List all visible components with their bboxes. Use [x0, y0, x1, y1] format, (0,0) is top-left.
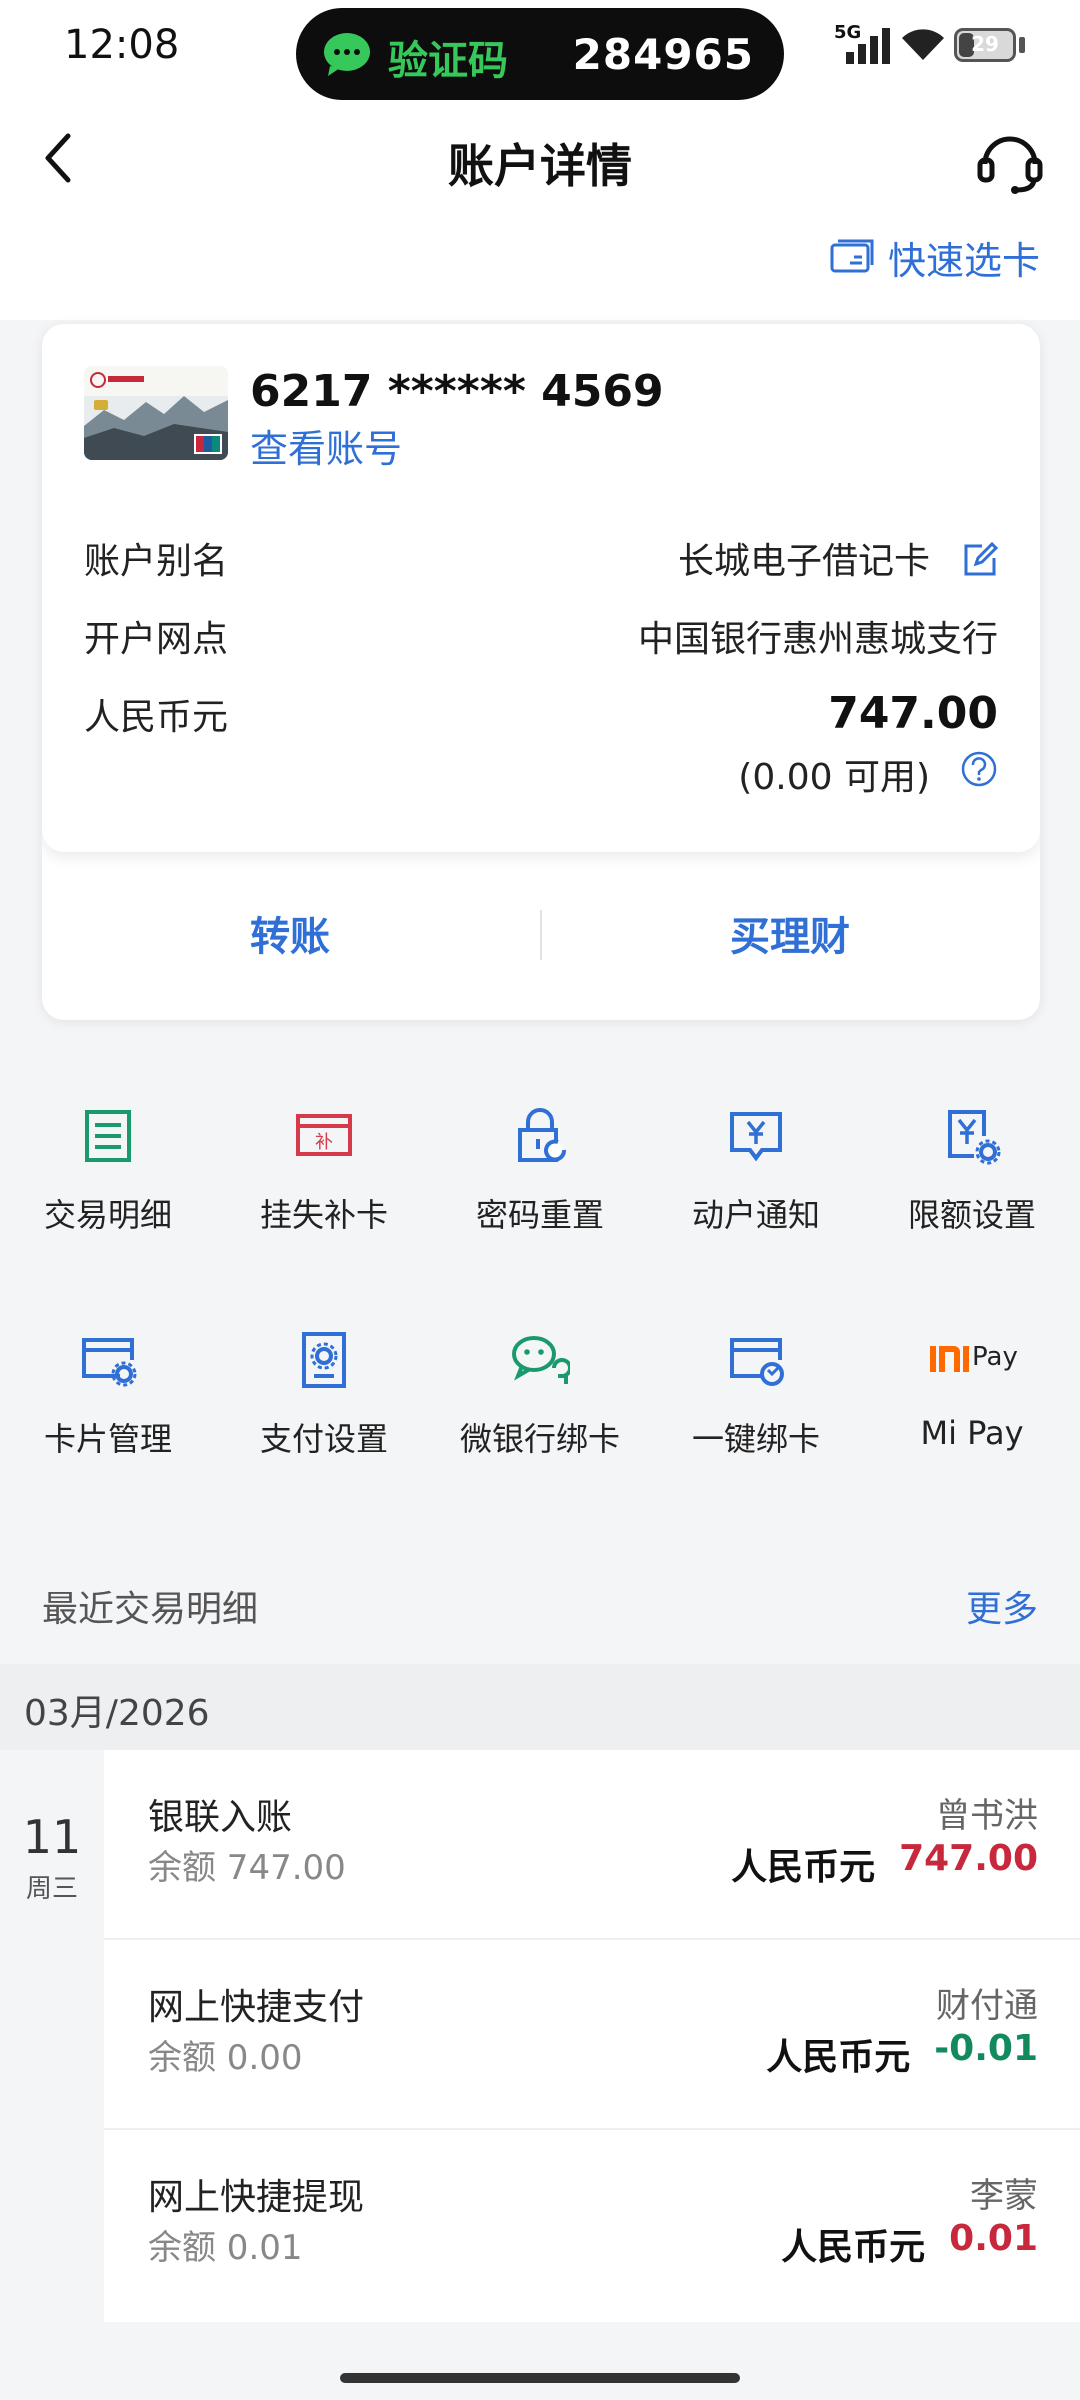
service-limit-setting[interactable]: 限额设置	[864, 1106, 1080, 1276]
page-title: 账户详情	[448, 139, 632, 193]
transaction-balance: 余额 0.01	[148, 2228, 303, 2268]
limit-setting-icon	[948, 1110, 1001, 1165]
transaction-counterparty: 曾书洪	[936, 1796, 1038, 1836]
branch-label: 开户网点	[84, 619, 229, 660]
service-label: 微银行绑卡	[459, 1420, 620, 1458]
transaction-amount-row: 人民币元 747.00	[731, 1838, 1038, 1890]
transaction-title: 网上快捷提现	[148, 2177, 365, 2218]
account-card-panel: 6217 ****** 4569 查看账号 账户别名 长城电子借记卡 开户网点 …	[42, 324, 1040, 1020]
services-grid: 交易明细 补 挂失补卡 密码重置 动户通知 限额设置 卡片管理 支付设置 微银行…	[0, 1040, 1080, 1510]
recent-transactions-title: 最近交易明细	[42, 1589, 259, 1630]
bank-card-thumbnail	[84, 366, 228, 460]
mi-pay-logo-text: Pay	[972, 1342, 1018, 1372]
payment-setting-icon	[302, 1332, 346, 1388]
service-wechat-bind[interactable]: 微银行绑卡	[432, 1330, 648, 1500]
view-account-link[interactable]: 查看账号	[250, 418, 402, 473]
page-header: 账户详情 快速选卡	[0, 100, 1080, 320]
card-management-icon	[82, 1338, 137, 1387]
transaction-detail-icon	[85, 1110, 131, 1162]
transfer-button[interactable]: 转账	[250, 904, 330, 962]
message-icon	[324, 33, 370, 76]
battery-percent: 29	[971, 32, 999, 56]
battery-tip	[1019, 37, 1025, 53]
status-bar: 12:08 验证码 284965 5G 29	[0, 0, 1080, 100]
wechat-bind-icon	[512, 1336, 570, 1384]
balance-value: 747.00	[828, 688, 998, 739]
action-divider	[540, 910, 542, 960]
transaction-amount-row: 人民币元 -0.01	[766, 2028, 1038, 2080]
transaction-counterparty: 财付通	[936, 1986, 1038, 2026]
customer-service-icon[interactable]	[975, 126, 1045, 196]
account-notice-icon	[730, 1112, 782, 1162]
help-icon[interactable]	[960, 750, 998, 788]
service-account-notice[interactable]: 动户通知	[648, 1106, 864, 1276]
transaction-balance: 余额 747.00	[148, 1848, 346, 1888]
service-label: 动户通知	[691, 1196, 820, 1234]
service-label: 支付设置	[259, 1420, 388, 1458]
password-reset-icon	[518, 1108, 566, 1162]
date-weekday: 周三	[25, 1874, 78, 1904]
transaction-row[interactable]: 网上快捷支付 余额 0.00 财付通 人民币元 -0.01	[104, 1940, 1080, 2130]
date-column: 11 周三	[0, 1750, 104, 2322]
transaction-amount-row: 人民币元 0.01	[781, 2218, 1038, 2270]
service-label: 交易明细	[43, 1196, 172, 1234]
service-password-reset[interactable]: 密码重置	[432, 1106, 648, 1276]
service-mi-pay[interactable]: Pay Mi Pay	[864, 1330, 1080, 1500]
service-label: 一键绑卡	[691, 1420, 820, 1458]
card-switch-icon	[830, 239, 874, 273]
service-card-management[interactable]: 卡片管理	[0, 1330, 216, 1500]
quick-select-card-button[interactable]: 快速选卡	[830, 232, 1040, 283]
transaction-amount: 747.00	[899, 1838, 1038, 1879]
quick-select-label: 快速选卡	[887, 238, 1040, 283]
transaction-amount: -0.01	[934, 2028, 1038, 2069]
status-time: 12:08	[64, 22, 180, 68]
transaction-currency: 人民币元	[781, 2227, 926, 2268]
buy-wealth-button[interactable]: 买理财	[730, 904, 850, 962]
one-click-bind-icon	[730, 1338, 784, 1386]
service-label: 卡片管理	[43, 1420, 172, 1458]
service-report-loss[interactable]: 补 挂失补卡	[216, 1106, 432, 1276]
service-label: 密码重置	[475, 1196, 604, 1234]
branch-value: 中国银行惠州惠城支行	[637, 619, 998, 660]
transaction-title: 网上快捷支付	[148, 1987, 365, 2028]
transaction-balance: 余额 0.00	[148, 2038, 303, 2078]
transaction-currency: 人民币元	[766, 2037, 911, 2078]
transaction-list: 银联入账 余额 747.00 曾书洪 人民币元 747.00 网上快捷支付 余额…	[104, 1750, 1080, 2322]
transaction-row[interactable]: 网上快捷提现 余额 0.01 李蒙 人民币元 0.01	[104, 2130, 1080, 2320]
available-balance: (0.00 可用)	[738, 757, 930, 798]
service-label: 挂失补卡	[259, 1196, 388, 1234]
wifi-icon	[902, 29, 944, 60]
card-number: 6217 ****** 4569	[250, 366, 664, 417]
month-header: 03月/2026	[0, 1664, 1080, 1750]
transaction-title: 银联入账	[148, 1797, 293, 1838]
bottom-area	[0, 2322, 1080, 2400]
service-one-click-bind[interactable]: 一键绑卡	[648, 1330, 864, 1500]
service-label: 限额设置	[907, 1196, 1036, 1234]
month-label: 03月/2026	[24, 1693, 210, 1734]
date-day: 11	[22, 1810, 82, 1864]
svg-text:补: 补	[315, 1132, 333, 1153]
transaction-amount: 0.01	[949, 2218, 1038, 2259]
sms-code: 284965	[572, 30, 754, 79]
service-transaction-detail[interactable]: 交易明细	[0, 1106, 216, 1276]
home-indicator[interactable]	[340, 2373, 740, 2383]
report-loss-icon: 补	[296, 1114, 352, 1156]
transaction-counterparty: 李蒙	[970, 2176, 1038, 2216]
alias-value: 长城电子借记卡	[677, 541, 930, 582]
transaction-currency: 人民币元	[731, 1847, 876, 1888]
edit-icon[interactable]	[962, 542, 998, 578]
currency-label: 人民币元	[84, 697, 229, 738]
sms-code-notification[interactable]: 验证码 284965	[296, 8, 784, 100]
signal-icon	[846, 28, 890, 64]
card-info: 6217 ****** 4569 查看账号 账户别名 长城电子借记卡 开户网点 …	[42, 324, 1040, 852]
service-payment-setting[interactable]: 支付设置	[216, 1330, 432, 1500]
alias-label: 账户别名	[84, 541, 229, 582]
more-link[interactable]: 更多	[966, 1580, 1038, 1632]
transaction-row[interactable]: 银联入账 余额 747.00 曾书洪 人民币元 747.00	[104, 1750, 1080, 1940]
battery-icon: 29	[954, 28, 1016, 62]
sms-label: 验证码	[388, 38, 508, 84]
service-label: Mi Pay	[920, 1414, 1024, 1452]
